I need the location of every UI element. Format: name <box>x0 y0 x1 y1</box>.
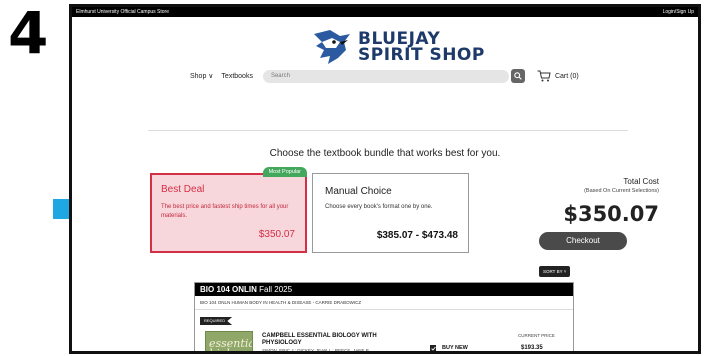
manual-choice-description: Choose every book's format one by one. <box>325 204 433 210</box>
search-input[interactable]: Search <box>262 69 509 83</box>
best-deal-card[interactable]: Most Popular Best Deal The best price an… <box>150 167 307 253</box>
section-divider <box>148 130 628 131</box>
cart-icon <box>537 70 551 82</box>
nav-shop-menu[interactable]: Shop ∨ <box>190 72 213 80</box>
course-header: BIO 104 ONLIN Fall 2025 <box>195 283 573 296</box>
top-bar: Elmhurst University Official Campus Stor… <box>72 7 698 17</box>
bundle-headline: Choose the textbook bundle that works be… <box>269 148 501 159</box>
course-panel: BIO 104 ONLIN Fall 2025 BIO 104 ONLN HUM… <box>194 282 574 354</box>
required-tag: REQUIRED <box>200 317 233 325</box>
course-code: BIO 104 ONLIN <box>200 285 257 294</box>
book-cover-line-2: biology <box>209 347 250 354</box>
best-deal-price: $350.07 <box>258 229 295 240</box>
search-button[interactable] <box>510 69 525 83</box>
checkout-button[interactable]: Checkout <box>539 232 627 250</box>
best-deal-title: Best Deal <box>161 184 205 195</box>
browser-screenshot: Elmhurst University Official Campus Stor… <box>69 4 701 354</box>
main-nav: Shop ∨ Textbooks Search Cart (0) <box>190 69 579 83</box>
sort-by-dropdown[interactable]: SORT BY ˅ <box>539 266 571 277</box>
total-cost-sublabel: (Based On Current Selections) <box>584 188 659 194</box>
current-price-label: CURRENT PRICE <box>518 333 555 338</box>
manual-choice-title: Manual Choice <box>325 186 392 197</box>
buy-new-option[interactable]: BUY NEW <box>430 345 468 351</box>
best-deal-description: The best price and fastest ship times fo… <box>161 204 289 219</box>
book-title[interactable]: CAMPBELL ESSENTIAL BIOLOGY WITH PHYSIOLO… <box>262 333 402 347</box>
step-number: 4 <box>8 0 49 67</box>
total-cost-label: Total Cost <box>623 177 659 186</box>
logo-text: BLUEJAY SPIRIT SHOP <box>358 31 485 65</box>
most-popular-badge: Most Popular <box>262 167 307 177</box>
site-logo[interactable]: BLUEJAY SPIRIT SHOP <box>310 27 485 67</box>
nav-textbooks-link[interactable]: Textbooks <box>221 73 253 80</box>
course-subtitle: BIO 104 ONLN HUMAN BODY IN HEALTH & DISE… <box>195 296 573 310</box>
book-cover-text: essential biology <box>209 338 252 354</box>
cart-link[interactable]: Cart (0) <box>537 70 579 82</box>
bluejay-logo-icon <box>314 30 350 64</box>
course-term: Fall 2025 <box>259 285 293 294</box>
total-cost-value: $350.07 <box>563 202 659 226</box>
login-link[interactable]: Login/Sign Up <box>663 7 694 17</box>
manual-choice-card[interactable]: Manual Choice Choose every book's format… <box>312 173 469 253</box>
checkmark-icon <box>430 346 436 351</box>
book-cover-image[interactable]: essential biology <box>205 331 253 354</box>
store-name: Elmhurst University Official Campus Stor… <box>76 9 169 15</box>
current-price-value: $193.35 <box>521 345 543 351</box>
manual-choice-price: $385.07 - $473.48 <box>376 230 458 241</box>
buy-new-label: BUY NEW <box>442 345 468 351</box>
search-icon <box>514 72 522 80</box>
logo-line-2: SPIRIT SHOP <box>358 45 485 65</box>
book-authors: SIMON, ERIC J.; DICKEY, JEAN L.; REECE, … <box>262 348 370 353</box>
cart-label: Cart (0) <box>554 72 579 80</box>
buy-new-checkbox[interactable] <box>430 345 436 351</box>
